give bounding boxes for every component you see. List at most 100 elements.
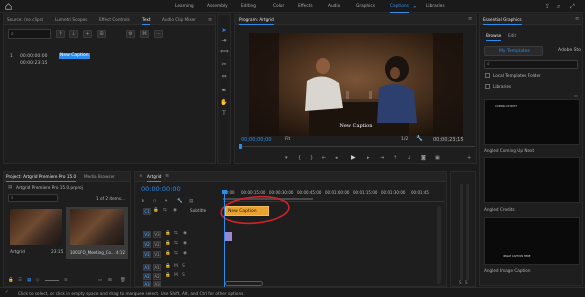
template-thumbnail[interactable]: COMING UP NEXT: [484, 99, 580, 145]
track-target-a2[interactable]: A2: [143, 273, 151, 280]
freeform-view-icon[interactable]: ◇: [36, 278, 39, 283]
mark-in-icon[interactable]: {: [298, 155, 301, 161]
template-thumbnail[interactable]: IMAGE CAPTION HERE: [484, 217, 580, 265]
caption-settings-button[interactable]: ⚙: [126, 30, 135, 38]
track-label-v1[interactable]: V1: [153, 251, 161, 258]
track-label-v3[interactable]: V3: [153, 231, 161, 238]
program-scrubber[interactable]: [239, 144, 475, 150]
trash-icon[interactable]: 🗑: [120, 278, 126, 283]
project-item[interactable]: Artgrid 23:15: [8, 207, 64, 259]
workspace-menu-icon[interactable]: ≡: [413, 4, 416, 9]
share-icon[interactable]: ⇪: [545, 3, 550, 10]
lock-icon[interactable]: 🔒: [153, 208, 159, 213]
tab-source[interactable]: Source: (no clips): [7, 17, 43, 22]
eye-icon[interactable]: ◉: [183, 231, 187, 236]
my-templates-button[interactable]: My Templates: [484, 46, 543, 56]
previous-caption-button[interactable]: ↑: [56, 30, 65, 38]
step-back-icon[interactable]: ◂: [335, 155, 338, 161]
mute-icon[interactable]: M: [174, 264, 178, 269]
resolution-dropdown[interactable]: 1/2: [401, 137, 408, 142]
sync-lock-icon[interactable]: ⇆: [163, 208, 167, 213]
linked-selection-icon[interactable]: ∩: [153, 199, 156, 204]
caption-list-item[interactable]: 1 00:00:00:00 00:00:23:15 New Caption: [8, 53, 213, 71]
sync-lock-icon[interactable]: ⇆: [174, 241, 178, 246]
add-button-icon[interactable]: +: [467, 155, 471, 161]
caption-options-button[interactable]: ⋯: [154, 30, 163, 38]
ripple-edit-icon[interactable]: ⟺: [220, 48, 229, 56]
track-label-v2[interactable]: V2: [153, 241, 161, 248]
lock-icon[interactable]: 🔒: [8, 278, 14, 283]
close-icon[interactable]: ×: [139, 174, 143, 179]
panel-menu-icon[interactable]: ≡: [165, 173, 169, 179]
workspace-libraries[interactable]: Libraries: [426, 4, 445, 9]
timeline-timecode[interactable]: 00:00:00:00: [141, 185, 181, 193]
playhead-icon[interactable]: [239, 144, 242, 149]
tab-browse[interactable]: Browse: [486, 33, 502, 41]
track-target-v3[interactable]: V3: [143, 231, 151, 238]
program-timecode[interactable]: 00;00;00;00: [241, 137, 272, 143]
essential-graphics-title[interactable]: Essential Graphics: [483, 17, 522, 25]
panel-menu-icon[interactable]: ≡: [468, 16, 472, 22]
zoom-slider[interactable]: [45, 280, 59, 281]
add-marker-icon[interactable]: ▾: [285, 155, 288, 161]
workspace-graphics[interactable]: Graphics: [356, 4, 375, 9]
program-monitor-title[interactable]: Program: Artgrid: [239, 17, 274, 25]
libraries-checkbox[interactable]: [485, 84, 490, 89]
lift-icon[interactable]: ⇡: [393, 155, 397, 161]
tab-edit[interactable]: Edit: [508, 33, 516, 38]
track-select-icon[interactable]: ⇥: [220, 37, 228, 45]
track-target-v1[interactable]: V1: [143, 251, 151, 258]
mark-out-icon[interactable]: }: [310, 155, 313, 161]
timeline-playhead[interactable]: [224, 190, 225, 287]
caption-text-field[interactable]: New Caption: [59, 53, 90, 59]
pen-tool-icon[interactable]: ✒: [220, 87, 228, 95]
eye-icon[interactable]: ◉: [183, 241, 187, 246]
new-bin-icon[interactable]: ▭: [98, 278, 102, 283]
track-target-v2[interactable]: V2: [143, 241, 151, 248]
adobe-stock-button[interactable]: Adobe Sto: [558, 48, 581, 53]
track-target-a1[interactable]: A1: [143, 264, 151, 271]
workspace-color[interactable]: Color: [273, 4, 284, 9]
lock-icon[interactable]: 🔒: [165, 231, 171, 236]
export-frame-icon[interactable]: ◙: [421, 155, 426, 161]
caption-search-input[interactable]: ⌕: [8, 29, 51, 39]
track-label-a1[interactable]: A1: [153, 264, 161, 271]
sync-lock-icon[interactable]: ⇆: [174, 231, 178, 236]
go-to-in-icon[interactable]: ⇤: [322, 155, 326, 161]
eye-icon[interactable]: ◉: [183, 251, 187, 256]
solo-icon[interactable]: S: [182, 264, 185, 269]
go-to-out-icon[interactable]: ⇥: [380, 155, 384, 161]
solo-icon[interactable]: S: [182, 273, 185, 278]
eye-icon[interactable]: ◉: [173, 208, 177, 213]
project-item[interactable]: 1001FO_Meeting_Co... 4:12: [66, 207, 128, 259]
panel-menu-icon[interactable]: ≡: [575, 16, 579, 22]
step-forward-icon[interactable]: ▸: [367, 155, 370, 161]
razor-tool-icon[interactable]: ✂: [220, 61, 228, 69]
caption-track-icon[interactable]: ▤: [189, 199, 193, 204]
next-caption-button[interactable]: ↓: [69, 30, 78, 38]
video-clip[interactable]: [225, 232, 232, 241]
new-item-icon[interactable]: ⊞: [108, 278, 112, 283]
icon-view-icon[interactable]: ▦: [27, 278, 31, 283]
workspace-learning[interactable]: Learning: [175, 4, 194, 9]
list-view-icon[interactable]: ☰: [18, 278, 22, 283]
home-icon[interactable]: [5, 3, 12, 10]
workspace-audio[interactable]: Audio: [328, 4, 340, 9]
track-label-a2[interactable]: A2: [153, 273, 161, 280]
play-icon[interactable]: ▶: [351, 154, 356, 161]
template-thumbnail[interactable]: [484, 157, 580, 203]
timeline-zoom-scrollbar[interactable]: [225, 281, 263, 286]
timeline-scrollbar[interactable]: [437, 206, 441, 284]
tab-project[interactable]: Project: Artgrid Premiere Pro 15.0: [6, 174, 77, 182]
slip-tool-icon[interactable]: ⇔: [220, 73, 228, 81]
collapse-icon[interactable]: ▭: [574, 93, 578, 98]
type-tool-icon[interactable]: T: [220, 110, 228, 118]
timeline-settings-icon[interactable]: 🔧: [177, 199, 183, 204]
lock-icon[interactable]: 🔒: [165, 273, 171, 278]
tab-effect-controls[interactable]: Effect Controls: [99, 17, 130, 22]
lock-icon[interactable]: 🔒: [165, 251, 171, 256]
fullscreen-icon[interactable]: ⤢: [570, 3, 575, 11]
solo-icon[interactable]: S: [459, 280, 462, 285]
comparison-view-icon[interactable]: ▣: [435, 155, 440, 161]
solo-icon[interactable]: S: [465, 280, 468, 285]
